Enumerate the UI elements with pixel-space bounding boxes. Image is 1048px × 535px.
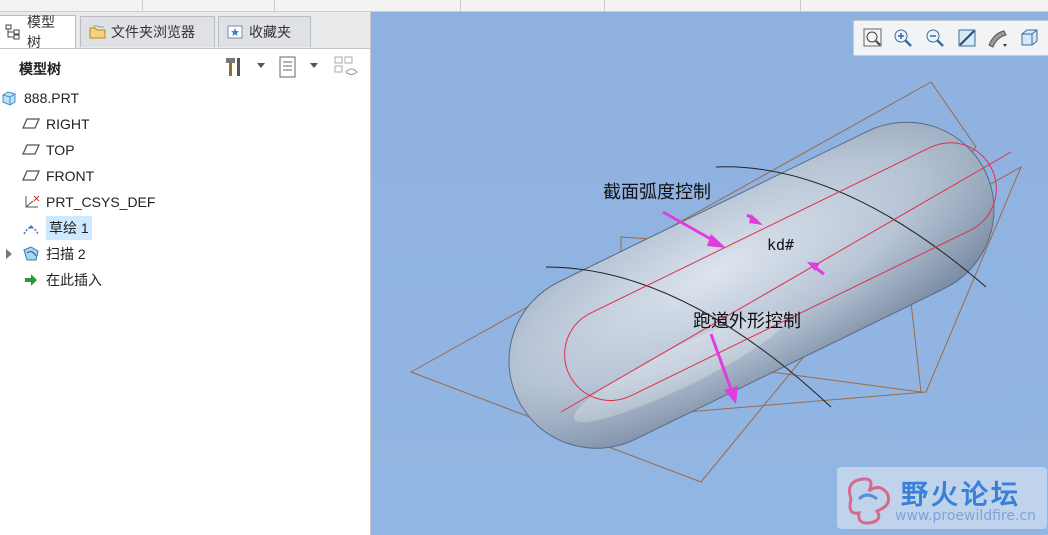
datum-plane-icon [21,141,41,159]
filter-icon[interactable] [333,55,358,79]
tree-item-sweep[interactable]: 扫描 2 [22,242,86,266]
ribbon-separator [800,0,801,11]
tree-item-insert-here[interactable]: 在此插入 [22,268,102,292]
tree-item-label: FRONT [46,168,95,184]
watermark-url: www.proewildfire.cn [895,508,1037,524]
sweep-icon [22,245,40,263]
favorites-icon [227,24,243,40]
ribbon-tabs-strip [0,0,1048,12]
tree-item-label: PRT_CSYS_DEF [46,194,156,210]
model-tree-icon [5,24,21,40]
graphics-viewport[interactable]: 截面弧度控制 kd# 跑道外形控制 野火论坛 www.proewildfire.… [371,12,1048,535]
tree-item-label: 扫描 2 [46,246,86,262]
tab-model-tree[interactable]: 模型树 [0,14,76,50]
expand-arrow-icon[interactable] [6,249,12,259]
navigator-panel: 模型树 文件夹浏览器 收藏夹 模型树 888.PRT RIGHT TOP FRO… [0,12,371,535]
tree-item-label: RIGHT [46,116,90,132]
tools-icon[interactable] [222,55,246,79]
watermark-text: 野火论坛 [901,480,1021,511]
list-settings-icon[interactable] [276,55,300,79]
folder-browser-icon [89,24,106,40]
zoom-out-icon[interactable] [924,27,946,49]
navigator-tabs: 模型树 文件夹浏览器 收藏夹 [0,12,370,50]
tree-item-label: TOP [46,142,75,158]
tree-item-right[interactable]: RIGHT [21,112,90,136]
ribbon-separator [460,0,461,11]
datum-plane-icon [21,167,41,185]
tree-item-label: 在此插入 [46,272,102,288]
tab-label: 模型树 [27,14,55,50]
repaint-icon[interactable] [956,27,978,49]
model-canvas[interactable] [371,12,1048,535]
saved-view-icon[interactable] [1018,27,1040,49]
tree-item-label: 草绘 1 [46,216,92,240]
tab-folder-browser[interactable]: 文件夹浏览器 [80,16,215,47]
tab-label: 文件夹浏览器 [111,24,195,40]
tree-item-sketch[interactable]: 草绘 1 [22,216,92,240]
tab-label: 收藏夹 [249,24,291,40]
tab-favorites[interactable]: 收藏夹 [218,16,311,47]
forum-watermark: 野火论坛 www.proewildfire.cn [837,467,1047,529]
tree-item-csys[interactable]: PRT_CSYS_DEF [22,190,155,214]
sketch-icon [22,219,40,237]
ribbon-separator [274,0,275,11]
annotation-kd: kd# [767,236,795,254]
annotation-section-arc: 截面弧度控制 [603,182,711,202]
ribbon-separator [604,0,605,11]
display-style-icon[interactable] [986,27,1008,49]
tree-item-top[interactable]: TOP [21,138,75,162]
model-tree-toolbar: 模型树 [0,49,370,85]
model-tree-title: 模型树 [19,61,61,77]
tree-root-label: 888.PRT [24,90,79,106]
ribbon-separator [142,0,143,11]
insert-here-arrow-icon [22,271,40,289]
zoom-fit-icon[interactable] [862,27,884,49]
annotation-track-shape: 跑道外形控制 [693,311,801,331]
part-icon [0,89,18,107]
tree-item-front[interactable]: FRONT [21,164,95,188]
forum-logo-icon [848,477,891,525]
datum-plane-icon [21,115,41,133]
csys-icon [22,193,40,211]
tree-root[interactable]: 888.PRT [0,86,79,110]
tools-dropdown-icon[interactable] [257,63,265,68]
zoom-in-icon[interactable] [892,27,914,49]
view-toolbar [853,20,1048,56]
show-dropdown-icon[interactable] [310,63,318,68]
